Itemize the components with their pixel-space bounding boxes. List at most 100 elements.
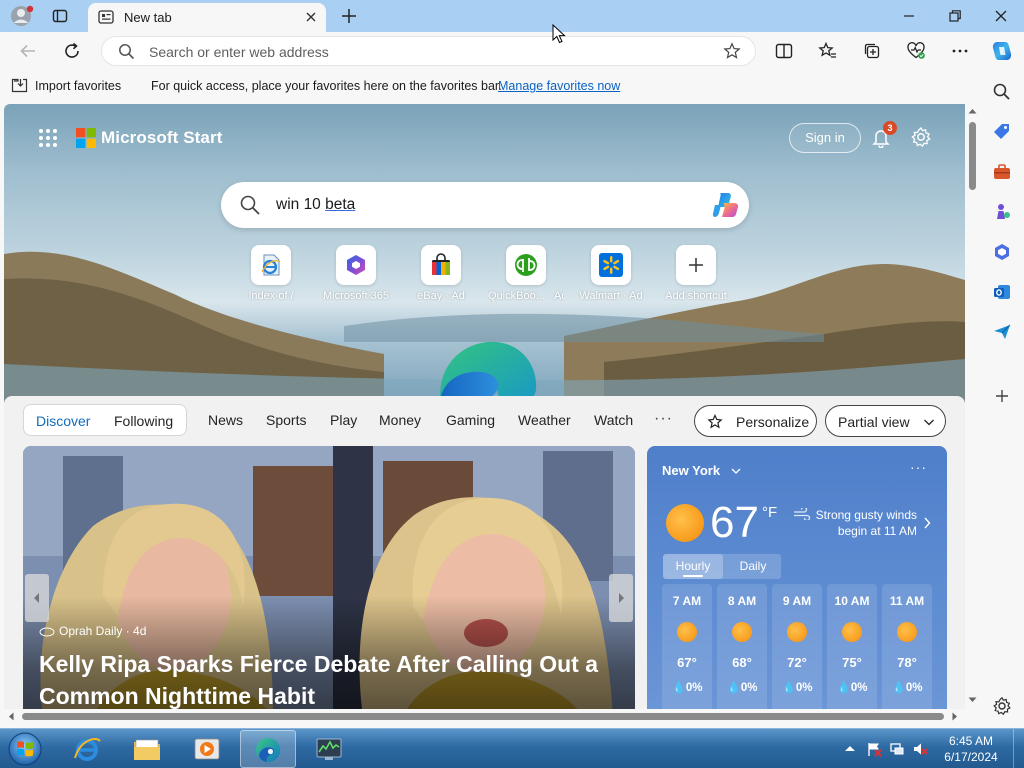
nav-money[interactable]: Money [379, 412, 421, 428]
add-favorite-star-icon[interactable] [723, 42, 741, 60]
tab-daily[interactable]: Daily [725, 554, 781, 579]
web-search-box[interactable]: win 10 beta [221, 182, 749, 228]
sign-in-button[interactable]: Sign in [789, 123, 861, 153]
nav-play[interactable]: Play [330, 412, 357, 428]
show-hidden-icons-arrow-icon[interactable] [842, 741, 858, 757]
vertical-scrollbar[interactable] [965, 104, 980, 709]
shortcut-walmart[interactable]: Walmart · Ad [573, 245, 649, 302]
page-settings-gear-icon[interactable] [910, 126, 932, 148]
nav-sports[interactable]: Sports [266, 412, 306, 428]
close-tab-icon[interactable] [304, 10, 318, 24]
action-center-flag-icon[interactable] [866, 741, 882, 757]
back-arrow-icon[interactable] [18, 41, 38, 61]
copilot-search-icon[interactable] [711, 191, 741, 219]
chevron-right-icon[interactable] [923, 517, 931, 529]
app-launcher-grid-icon[interactable] [38, 128, 58, 148]
weather-alert[interactable]: Strong gusty winds begin at 11 AM [797, 507, 917, 539]
tab-discover[interactable]: Discover [36, 413, 90, 429]
nav-news[interactable]: News [208, 412, 243, 428]
network-icon[interactable] [889, 741, 905, 757]
split-screen-icon[interactable] [774, 41, 794, 61]
address-bar[interactable]: Search or enter web address [101, 36, 756, 66]
personalize-button[interactable]: Personalize [694, 405, 817, 437]
collections-icon[interactable] [862, 41, 882, 61]
carousel-prev-button[interactable] [25, 574, 49, 622]
copilot-icon[interactable] [990, 39, 1014, 63]
favorites-icon[interactable] [818, 41, 838, 61]
shortcut-index-of[interactable]: Index of / [233, 245, 309, 302]
view-mode-label: Partial view [838, 414, 910, 430]
taskbar-file-explorer[interactable] [120, 730, 176, 768]
import-favorites-icon[interactable] [11, 78, 28, 93]
scroll-left-arrow-icon[interactable] [8, 712, 14, 721]
import-favorites-button[interactable]: Import favorites [35, 79, 121, 93]
taskbar-internet-explorer[interactable] [60, 730, 116, 768]
weather-card[interactable]: New York ··· 67 °F Strong gusty winds be… [647, 446, 947, 709]
nav-weather[interactable]: Weather [518, 412, 571, 428]
chevron-down-icon[interactable] [731, 467, 741, 475]
view-mode-dropdown[interactable]: Partial view [825, 405, 946, 437]
search-query-prefix: win 10 [276, 196, 326, 213]
settings-more-icon[interactable] [950, 41, 970, 61]
article-headline[interactable]: Kelly Ripa Sparks Fierce Debate After Ca… [39, 648, 619, 709]
send-drop-icon[interactable] [992, 322, 1012, 342]
horizontal-scroll-thumb[interactable] [22, 713, 944, 720]
shopping-tag-icon[interactable] [992, 122, 1012, 142]
tab-new-tab[interactable]: New tab [88, 3, 326, 32]
tools-toolbox-icon[interactable] [992, 162, 1012, 182]
outlook-icon[interactable] [992, 282, 1012, 302]
scroll-down-arrow-icon[interactable] [968, 697, 977, 703]
forecast-time: 7 AM [672, 594, 702, 608]
sidebar-settings-gear-icon[interactable] [992, 696, 1012, 716]
vertical-scroll-thumb[interactable] [969, 122, 976, 190]
browser-essentials-icon[interactable] [906, 41, 926, 61]
nav-watch[interactable]: Watch [594, 412, 633, 428]
sunny-icon [842, 622, 862, 642]
hero-background: Microsoft Start Sign in 3 win 10 beta In… [4, 104, 965, 410]
tab-following[interactable]: Following [114, 413, 173, 429]
volume-muted-icon[interactable] [912, 741, 928, 757]
windows-start-orb-icon[interactable] [5, 730, 45, 768]
nav-gaming[interactable]: Gaming [446, 412, 495, 428]
article-source-text: Oprah Daily · 4d [59, 624, 147, 638]
tab-hourly[interactable]: Hourly [663, 554, 723, 579]
scroll-right-arrow-icon[interactable] [952, 712, 958, 721]
forecast-temp: 75° [842, 655, 862, 670]
sidebar-search-icon[interactable] [992, 82, 1012, 102]
weather-more-button[interactable]: ··· [910, 459, 927, 475]
profile-avatar-icon[interactable] [10, 5, 34, 27]
tab-actions-icon[interactable] [52, 8, 68, 24]
scroll-up-arrow-icon[interactable] [968, 108, 977, 114]
add-shortcut-button[interactable]: Add shortcut [658, 245, 734, 302]
carousel-next-button[interactable] [609, 574, 633, 622]
shortcut-tile [676, 245, 716, 285]
system-clock[interactable]: 6:45 AM 6/17/2024 [938, 733, 1004, 765]
shortcut-label: Walmart · Ad [579, 290, 643, 302]
temperature-unit[interactable]: °F [762, 504, 777, 521]
taskbar-task-manager[interactable] [302, 730, 358, 768]
taskbar-media-player[interactable] [180, 730, 236, 768]
restore-icon[interactable] [946, 7, 964, 25]
refresh-icon[interactable] [62, 41, 82, 61]
show-desktop-button[interactable] [1013, 729, 1024, 768]
manage-favorites-link[interactable]: Manage favorites now [498, 79, 620, 93]
weather-city[interactable]: New York [662, 463, 720, 478]
games-chess-icon[interactable] [992, 202, 1012, 222]
shortcut-microsoft-365[interactable]: Microsoft 365 [318, 245, 394, 302]
microsoft-365-sidebar-icon[interactable] [992, 242, 1012, 262]
forecast-time: 10 AM [834, 594, 870, 608]
mouse-cursor-icon [552, 24, 566, 44]
customize-sidebar-plus-icon[interactable] [992, 386, 1012, 406]
minimize-icon[interactable] [900, 7, 918, 25]
new-tab-plus-icon[interactable] [340, 7, 358, 25]
shortcut-quickbooks[interactable]: QuickBoo... · Ad [488, 245, 564, 302]
featured-article-card[interactable]: Oprah Daily · 4d Kelly Ripa Sparks Fierc… [23, 446, 635, 709]
nav-more-button[interactable]: ··· [654, 410, 673, 428]
forecast-temp: 67° [677, 655, 697, 670]
chevron-left-icon [34, 593, 39, 603]
taskbar-microsoft-edge[interactable] [240, 730, 296, 768]
microsoft-start-brand[interactable]: Microsoft Start [101, 128, 222, 148]
horizontal-scrollbar[interactable] [4, 709, 965, 724]
shortcut-ebay[interactable]: eBay · Ad [403, 245, 479, 302]
close-window-icon[interactable] [992, 7, 1010, 25]
